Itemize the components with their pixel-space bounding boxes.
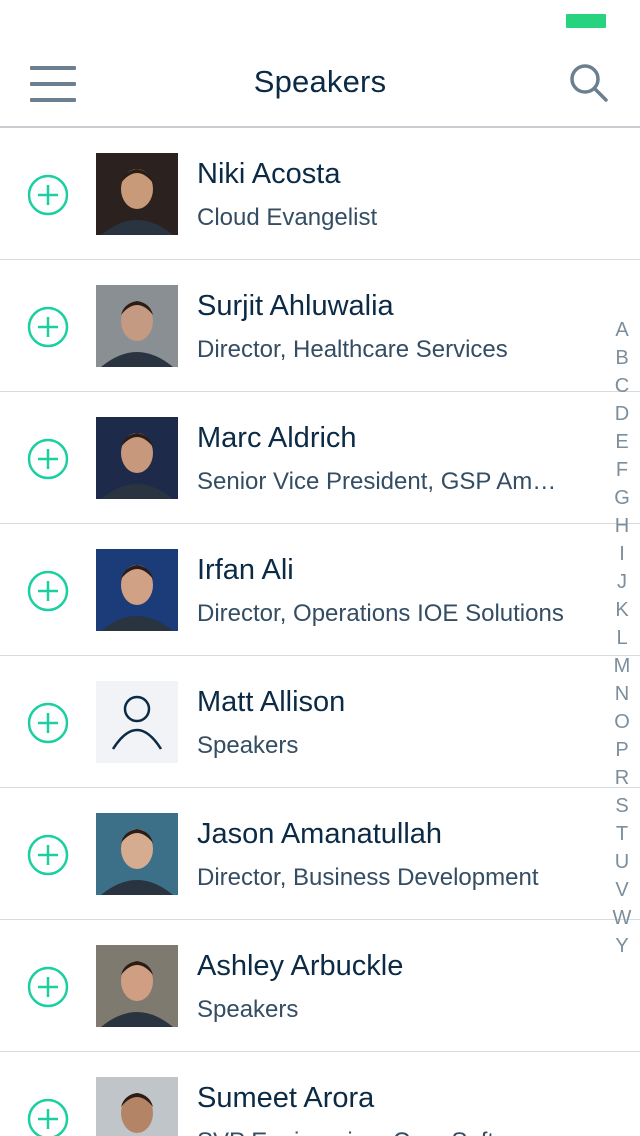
status-bar — [0, 0, 640, 40]
add-circle-icon[interactable] — [27, 570, 69, 612]
index-letter[interactable]: E — [615, 428, 628, 456]
placeholder-person-icon — [96, 681, 178, 763]
index-letter[interactable]: H — [615, 512, 629, 540]
index-letter[interactable]: I — [619, 540, 625, 568]
index-letter[interactable]: M — [614, 652, 631, 680]
index-letter[interactable]: L — [616, 624, 627, 652]
speaker-title: Speakers — [197, 996, 299, 1023]
page-title: Speakers — [253, 64, 387, 99]
index-letter[interactable]: C — [615, 372, 629, 400]
speaker-name: Ashley Arbuckle — [197, 950, 404, 982]
speaker-photo — [96, 549, 178, 631]
add-circle-icon[interactable] — [27, 834, 69, 876]
index-letter[interactable]: N — [615, 680, 629, 708]
index-letter[interactable]: G — [614, 484, 630, 512]
index-letter[interactable]: K — [615, 596, 628, 624]
add-circle-icon[interactable] — [27, 438, 69, 480]
index-letter[interactable]: W — [613, 904, 632, 932]
index-letter[interactable]: Y — [615, 932, 628, 960]
add-circle-icon[interactable] — [27, 702, 69, 744]
speaker-photo — [96, 945, 178, 1027]
speaker-title: Director, Business Development — [197, 864, 539, 891]
search-icon[interactable] — [568, 62, 612, 106]
speaker-row[interactable]: Marc Aldrich Senior Vice President, GSP A… — [0, 392, 640, 524]
speaker-row[interactable]: Matt Allison Speakers — [0, 656, 640, 788]
speaker-title: Cloud Evangelist — [197, 204, 378, 231]
battery-icon — [566, 14, 606, 28]
index-letter[interactable]: D — [615, 400, 629, 428]
add-circle-icon[interactable] — [27, 1098, 69, 1136]
alphabet-index[interactable]: ABCDEFGHIJKLMNOPRSTUVWY — [610, 316, 634, 960]
index-letter[interactable]: J — [617, 568, 627, 596]
speaker-name: Irfan Ali — [197, 554, 294, 586]
speaker-row[interactable]: Niki Acosta Cloud Evangelist — [0, 128, 640, 260]
index-letter[interactable]: P — [615, 736, 628, 764]
speaker-title: Senior Vice President, GSP Am… — [197, 468, 557, 495]
speaker-title: Director, Healthcare Services — [197, 336, 508, 363]
add-circle-icon[interactable] — [27, 966, 69, 1008]
speaker-name: Niki Acosta — [197, 158, 341, 190]
speaker-photo — [96, 1077, 178, 1136]
speaker-photo — [96, 285, 178, 367]
speaker-row[interactable]: Ashley Arbuckle Speakers — [0, 920, 640, 1052]
index-letter[interactable]: S — [615, 792, 628, 820]
speaker-photo — [96, 813, 178, 895]
speaker-list: Niki Acosta Cloud Evangelist Surjit Ahluwa… — [0, 128, 640, 1136]
index-letter[interactable]: U — [615, 848, 629, 876]
navigation-bar: Speakers — [0, 40, 640, 128]
speaker-name: Marc Aldrich — [197, 422, 357, 454]
speaker-row[interactable]: Surjit Ahluwalia Director, Healthcare Ser… — [0, 260, 640, 392]
speaker-row[interactable]: Jason Amanatullah Director, Business Deve… — [0, 788, 640, 920]
add-circle-icon[interactable] — [27, 174, 69, 216]
index-letter[interactable]: F — [616, 456, 628, 484]
index-letter[interactable]: O — [614, 708, 630, 736]
speaker-photo — [96, 417, 178, 499]
speaker-title: Speakers — [197, 732, 299, 759]
index-letter[interactable]: V — [615, 876, 628, 904]
index-letter[interactable]: R — [615, 764, 629, 792]
speaker-title: Director, Operations IOE Solutions — [197, 600, 564, 627]
speaker-photo — [96, 153, 178, 235]
speaker-title: SVP Engineering, Core Soft... — [197, 1128, 597, 1136]
speaker-name: Matt Allison — [197, 686, 346, 718]
speaker-name: Surjit Ahluwalia — [197, 290, 394, 322]
speaker-row[interactable]: Sumeet Arora SVP Engineering, Core Soft..… — [0, 1052, 640, 1136]
index-letter[interactable]: T — [616, 820, 628, 848]
speaker-name: Sumeet Arora — [197, 1082, 375, 1114]
add-circle-icon[interactable] — [27, 306, 69, 348]
speaker-name: Jason Amanatullah — [197, 818, 443, 850]
index-letter[interactable]: B — [615, 344, 628, 372]
index-letter[interactable]: A — [615, 316, 628, 344]
speaker-row[interactable]: Irfan Ali Director, Operations IOE Soluti… — [0, 524, 640, 656]
